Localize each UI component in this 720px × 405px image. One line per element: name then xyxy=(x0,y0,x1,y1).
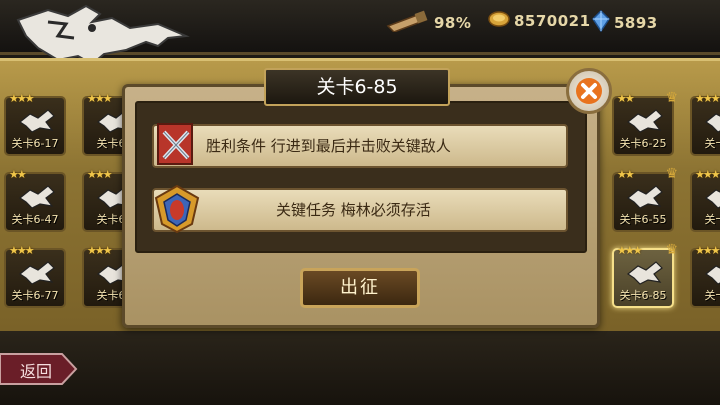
gold-value: 8570021 xyxy=(514,12,591,30)
close-icon xyxy=(576,78,602,104)
level-label: 关卡6-47 xyxy=(11,213,59,226)
creature-icon xyxy=(18,109,55,133)
progress-stat: 98% xyxy=(386,10,471,36)
star-rating: ★★★ xyxy=(87,168,113,181)
level-label: 关卡6-85 xyxy=(619,289,667,302)
back-button[interactable]: 返回 xyxy=(0,352,78,386)
gold-stat: 8570021 xyxy=(488,10,591,32)
creature-icon xyxy=(626,109,663,133)
level-label: 关卡6-25 xyxy=(619,137,667,150)
star-rating: ★★★ xyxy=(9,92,35,105)
dialog-title: 关卡6-85 xyxy=(264,68,450,106)
creature-icon xyxy=(18,261,55,285)
level-tile[interactable]: ★★★ 关卡6-17 xyxy=(4,92,66,156)
level-tile[interactable]: ★★★ 关卡6- xyxy=(690,244,720,308)
progress-value: 98% xyxy=(434,14,472,32)
level-label: 关卡6-17 xyxy=(11,137,59,150)
star-rating: ★★★ xyxy=(87,244,113,257)
key-mission-text: 关键任务 梅林必须存活 xyxy=(276,201,431,219)
star-rating: ★★ xyxy=(617,92,635,105)
gem-value: 5893 xyxy=(614,14,658,32)
star-rating: ★★★ xyxy=(695,168,720,181)
gem-stat: 5893 xyxy=(592,9,658,36)
star-rating: ★★★ xyxy=(9,244,35,257)
telescope-icon xyxy=(386,10,430,36)
gem-icon xyxy=(592,9,610,36)
creature-icon xyxy=(18,185,55,209)
level-tile[interactable]: ★★★ 关卡6- xyxy=(690,168,720,232)
level-label: 关卡6- xyxy=(704,213,720,226)
top-bar: 98% 8570021 5893 xyxy=(0,0,720,66)
victory-condition-row: 胜利条件 行进到最后并击败关键敌人 xyxy=(152,123,568,168)
creature-icon xyxy=(704,189,720,209)
star-rating: ★★ xyxy=(9,168,27,181)
level-tile-selected[interactable]: ★★★ ♛ 关卡6-85 xyxy=(612,242,678,308)
bottom-area xyxy=(0,331,720,405)
star-rating: ★★★ xyxy=(695,92,720,105)
level-label: 关卡6- xyxy=(704,289,720,302)
coin-icon xyxy=(488,10,510,32)
level-tile[interactable]: ★★ 关卡6-47 xyxy=(4,168,66,232)
deploy-button[interactable]: 出征 xyxy=(300,268,420,308)
level-tile[interactable]: ★★★ 关卡6- xyxy=(690,92,720,156)
creature-icon xyxy=(704,113,720,133)
level-label: 关卡6-77 xyxy=(11,289,59,302)
level-label: 关卡6- xyxy=(704,137,720,150)
crown-icon: ♛ xyxy=(665,90,678,106)
star-rating: ★★★ xyxy=(695,244,720,257)
creature-icon xyxy=(704,265,720,285)
level-tile[interactable]: ★★ ♛ 关卡6-25 xyxy=(612,90,678,156)
key-mission-row: 关键任务 梅林必须存活 xyxy=(152,184,568,234)
creature-icon xyxy=(626,185,663,209)
level-label: 关卡6-55 xyxy=(619,213,667,226)
back-label: 返回 xyxy=(20,362,53,381)
creature-icon xyxy=(626,261,663,285)
victory-condition-text: 胜利条件 行进到最后并击败关键敌人 xyxy=(206,137,451,155)
star-rating: ★★★ xyxy=(87,92,113,105)
crown-icon: ♛ xyxy=(665,166,678,182)
crossed-swords-banner-icon xyxy=(157,123,193,165)
close-button[interactable] xyxy=(566,68,612,114)
crown-icon: ♛ xyxy=(665,242,678,258)
star-rating: ★★ xyxy=(617,168,635,181)
level-tile[interactable]: ★★★ 关卡6-77 xyxy=(4,244,66,308)
level-tile[interactable]: ★★ ♛ 关卡6-55 xyxy=(612,166,678,232)
star-rating: ★★★ xyxy=(617,244,643,257)
shield-emblem-icon xyxy=(154,184,200,234)
